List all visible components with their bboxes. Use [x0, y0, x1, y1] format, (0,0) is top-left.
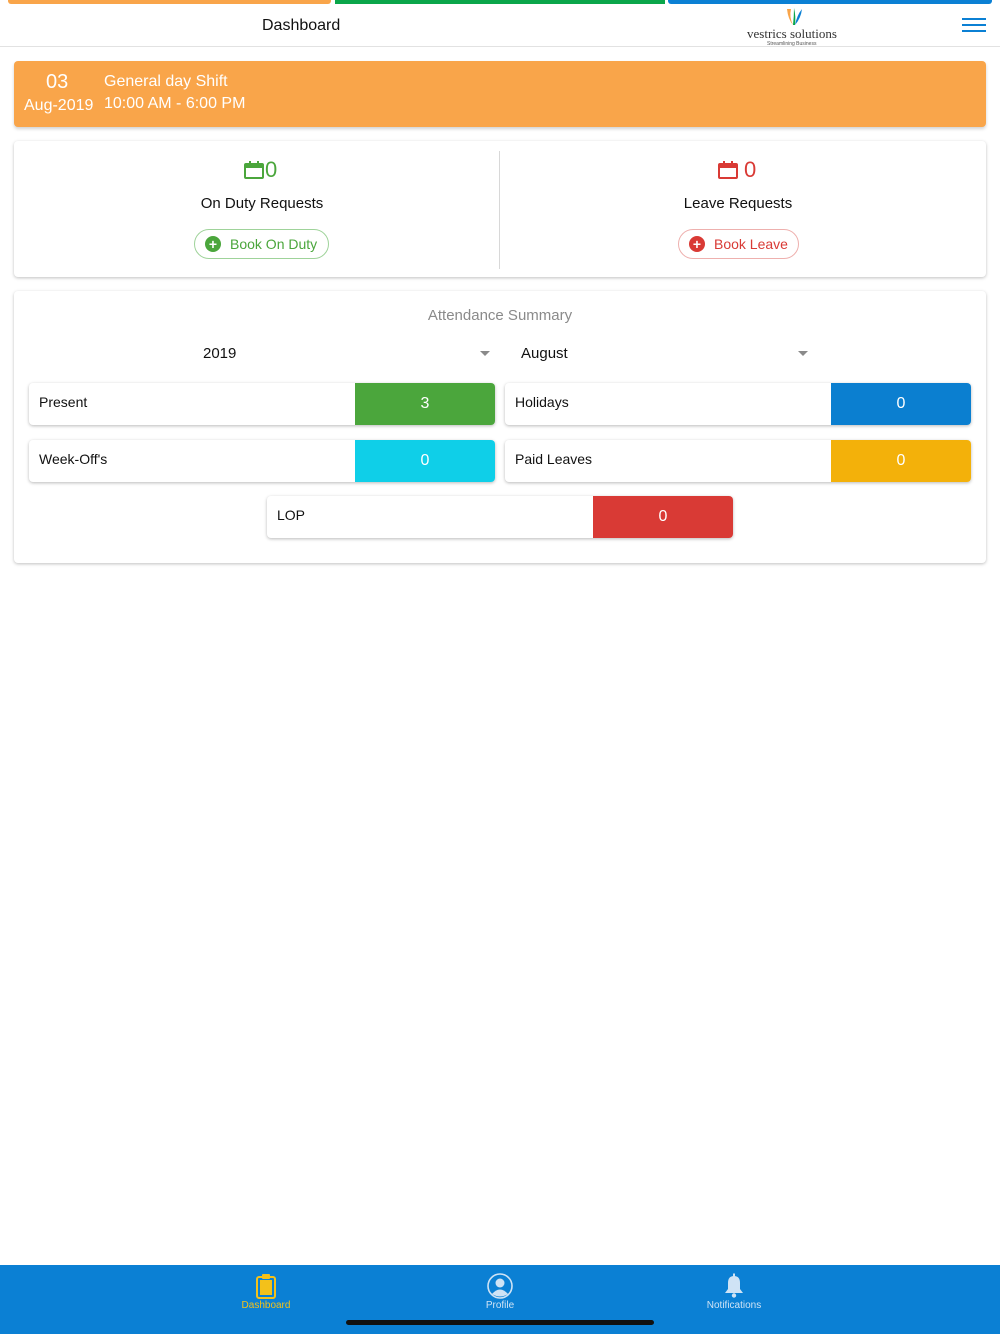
stat-weekoffs-label: Week-Off's — [39, 451, 108, 467]
year-select-value: 2019 — [203, 345, 237, 362]
stat-paid-leaves: Paid Leaves 0 — [505, 440, 971, 482]
stat-weekoffs-value: 0 — [355, 440, 495, 482]
stat-weekoffs: Week-Off's 0 — [29, 440, 495, 482]
requests-divider — [499, 151, 500, 269]
plus-circle-icon: + — [205, 236, 221, 252]
calendar-icon — [244, 161, 264, 179]
bottom-tab-bar: Dashboard Profile Notifications — [0, 1265, 1000, 1334]
on-duty-count: 0 — [265, 157, 278, 182]
logo-tagline: Streamlining Business — [767, 41, 817, 47]
stat-present-value: 3 — [355, 383, 495, 425]
stat-present-label: Present — [39, 394, 88, 410]
stat-holidays: Holidays 0 — [505, 383, 971, 425]
on-duty-count-group: 0 — [244, 157, 277, 183]
leave-requests-label: Leave Requests — [683, 195, 793, 212]
stat-paid-leaves-label: Paid Leaves — [515, 451, 593, 467]
tab-dashboard[interactable]: Dashboard — [206, 1265, 326, 1334]
stat-lop-label: LOP — [277, 507, 306, 523]
plus-circle-icon: + — [689, 236, 705, 252]
company-logo: vestrics solutions Streamlining Business — [745, 7, 845, 47]
stat-holidays-label: Holidays — [515, 394, 569, 410]
tab-notifications[interactable]: Notifications — [674, 1265, 794, 1334]
clipboard-icon — [256, 1274, 276, 1299]
home-indicator[interactable] — [346, 1320, 654, 1325]
year-select[interactable]: 2019 — [28, 343, 494, 367]
stat-present: Present 3 — [29, 383, 495, 425]
hamburger-menu-icon[interactable] — [962, 18, 986, 34]
shift-card: 03 Aug-2019 General day Shift 10:00 AM -… — [14, 61, 986, 127]
book-leave-button[interactable]: + Book Leave — [678, 229, 799, 259]
stat-lop-value: 0 — [593, 496, 733, 538]
month-select[interactable]: August — [514, 343, 814, 367]
tab-dashboard-label: Dashboard — [241, 1300, 291, 1311]
shift-month-year: Aug-2019 — [24, 97, 94, 114]
book-leave-label: Book Leave — [714, 236, 788, 252]
book-on-duty-label: Book On Duty — [230, 236, 318, 252]
logo-leaf-icon — [787, 8, 802, 25]
chevron-down-icon — [798, 351, 808, 356]
page-title: Dashboard — [262, 17, 341, 34]
shift-time: 10:00 AM - 6:00 PM — [104, 95, 246, 112]
chevron-down-icon — [480, 351, 490, 356]
user-circle-icon — [487, 1273, 513, 1299]
shift-name: General day Shift — [104, 73, 228, 90]
requests-card: 0 On Duty Requests + Book On Duty 0 Leav… — [14, 141, 986, 277]
leave-count: 0 — [744, 157, 757, 182]
shift-day: 03 — [46, 71, 69, 93]
on-duty-requests-label: On Duty Requests — [200, 195, 324, 212]
stat-paid-leaves-value: 0 — [831, 440, 971, 482]
book-on-duty-button[interactable]: + Book On Duty — [194, 229, 329, 259]
leave-count-group: 0 — [718, 157, 756, 183]
bell-icon — [725, 1273, 743, 1298]
stat-lop: LOP 0 — [267, 496, 733, 538]
attendance-summary-card: Attendance Summary 2019 August Present 3… — [14, 291, 986, 563]
stat-holidays-value: 0 — [831, 383, 971, 425]
tab-profile-label: Profile — [485, 1300, 515, 1311]
logo-text: vestrics solutions — [747, 26, 837, 41]
attendance-summary-title: Attendance Summary — [427, 307, 573, 324]
calendar-icon — [718, 161, 738, 179]
app-header: Dashboard vestrics solutions Streamlinin… — [0, 4, 1000, 47]
month-select-value: August — [521, 345, 568, 362]
tab-notifications-label: Notifications — [706, 1300, 762, 1311]
